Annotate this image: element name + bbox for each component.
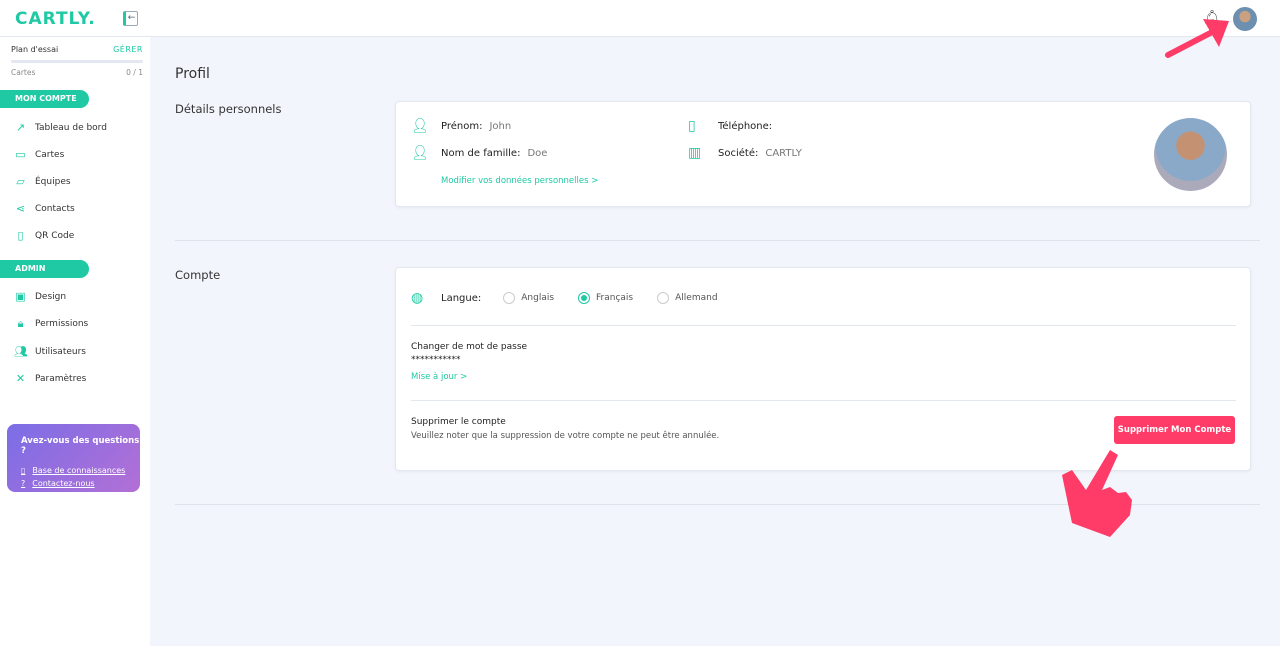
phone-icon: ▯: [17, 229, 24, 242]
plan-panel: Plan d'essai GÉRER Cartes 0 / 1: [11, 45, 143, 77]
phone-icon: ▯: [688, 118, 696, 134]
users-icon: 👥︎: [14, 345, 28, 358]
pointing-hand-icon: [1062, 450, 1132, 537]
plan-name: Plan d'essai: [11, 45, 59, 54]
page-title: Profil: [175, 66, 210, 82]
field-label: Prénom:: [441, 120, 483, 132]
field-label: Nom de famille:: [441, 147, 521, 159]
contact-label: Contactez-nous: [32, 479, 95, 488]
globe-icon: ◍: [411, 290, 424, 306]
phone-field: ▯ Téléphone:: [688, 118, 779, 134]
update-password-link[interactable]: Mise à jour >: [411, 372, 467, 382]
image-icon: ▣: [15, 290, 26, 303]
cards-label: Cartes: [11, 68, 36, 77]
sidebar-item-users[interactable]: 👥︎ Utilisateurs: [14, 345, 86, 358]
user-icon: 👤︎: [411, 118, 429, 134]
field-value: CARTLY: [765, 147, 802, 159]
divider: [175, 240, 1260, 241]
password-label: Changer de mot de passe: [411, 342, 528, 352]
sidebar-item-label: Cartes: [35, 149, 65, 160]
divider: [411, 325, 1236, 326]
knowledge-base-label: Base de connaissances: [32, 466, 126, 475]
sidebar-item-design[interactable]: ▣ Design: [14, 290, 66, 303]
sidebar-item-dashboard[interactable]: ↗ Tableau de bord: [14, 121, 107, 134]
folder-icon: ▱: [16, 175, 25, 188]
logo[interactable]: CARTLY.: [15, 9, 96, 29]
section-my-account: MON COMPTE: [0, 90, 89, 108]
language-radio-german[interactable]: Allemand: [657, 292, 718, 304]
pointer-arrow-icon: [1165, 19, 1229, 58]
sidebar-item-label: Design: [35, 291, 67, 302]
plan-progress-bar: [11, 60, 143, 63]
lock-icon: 🔒︎: [17, 317, 24, 330]
sidebar-item-settings[interactable]: ✕ Paramètres: [14, 372, 86, 385]
edit-personal-data-link[interactable]: Modifier vos données personnelles >: [441, 176, 598, 186]
first-name-field: 👤︎ Prénom: John: [411, 118, 511, 134]
sidebar-item-label: QR Code: [35, 230, 75, 241]
card-icon: ▭: [15, 148, 26, 161]
collapse-sidebar-icon[interactable]: ←: [123, 11, 138, 26]
sidebar-item-cards[interactable]: ▭ Cartes: [14, 148, 64, 161]
profile-photo[interactable]: [1154, 118, 1227, 191]
avatar[interactable]: [1233, 7, 1257, 31]
sidebar-item-label: Utilisateurs: [35, 346, 86, 357]
book-icon: ▯: [21, 466, 26, 475]
sidebar-item-label: Équipes: [35, 176, 71, 187]
building-icon: ▥: [688, 145, 702, 161]
personal-details-heading: Détails personnels: [175, 102, 282, 116]
question-icon: ?: [21, 479, 26, 488]
language-field: ◍ Langue: Anglais Français Allemand: [411, 290, 742, 306]
sidebar-item-label: Contacts: [35, 203, 75, 214]
section-admin: ADMIN: [0, 260, 89, 278]
delete-account-note: Veuillez noter que la suppression de vot…: [411, 431, 720, 441]
personal-details-card: 👤︎ Prénom: John 👤︎ Nom de famille: Doe ▯ Télé…: [395, 101, 1251, 207]
sidebar-item-permissions[interactable]: 🔒︎ Permissions: [14, 317, 89, 331]
password-mask: ***********: [411, 355, 461, 365]
last-name-field: 👤︎ Nom de famille: Doe: [411, 145, 547, 161]
radio-label: Français: [596, 293, 634, 303]
knowledge-base-link[interactable]: ▯ Base de connaissances: [21, 466, 140, 475]
user-icon: 👤︎: [411, 145, 429, 161]
field-label: Téléphone:: [718, 120, 773, 132]
delete-account-title: Supprimer le compte: [411, 417, 506, 427]
delete-account-button[interactable]: Supprimer Mon Compte: [1114, 416, 1235, 444]
sidebar: Plan d'essai GÉRER Cartes 0 / 1 MON COMPTE…: [0, 37, 150, 646]
trending-up-icon: ↗: [15, 121, 26, 134]
language-radio-french[interactable]: Français: [578, 292, 633, 304]
divider: [411, 400, 1236, 401]
sidebar-item-label: Tableau de bord: [35, 122, 107, 133]
company-field: ▥ Société: CARTLY: [688, 145, 802, 161]
field-value: John: [489, 120, 512, 132]
field-label: Société:: [718, 147, 759, 159]
share-icon: ⋖: [15, 202, 26, 215]
sidebar-item-contacts[interactable]: ⋖ Contacts: [14, 202, 75, 215]
cards-count: 0 / 1: [126, 68, 143, 77]
sidebar-item-label: Permissions: [35, 319, 89, 329]
account-card: ◍ Langue: Anglais Français Allemand Chang…: [395, 267, 1251, 471]
help-card: Avez-vous des questions ? ▯ Base de conna…: [7, 424, 140, 492]
contact-link[interactable]: ? Contactez-nous: [21, 479, 140, 488]
help-title: Avez-vous des questions ?: [21, 436, 140, 456]
tools-icon: ✕: [15, 372, 26, 385]
sidebar-item-teams[interactable]: ▱ Équipes: [14, 175, 71, 188]
radio-label: Anglais: [521, 293, 555, 303]
field-label: Langue:: [441, 292, 482, 304]
field-value: Doe: [527, 147, 548, 159]
manage-plan-link[interactable]: GÉRER: [113, 45, 143, 54]
language-radio-english[interactable]: Anglais: [503, 292, 554, 304]
sidebar-item-label: Paramètres: [35, 373, 87, 384]
radio-label: Allemand: [675, 293, 718, 303]
top-bar: CARTLY. ← 🔔︎: [0, 0, 1280, 37]
sidebar-item-qr-code[interactable]: ▯ QR Code: [14, 229, 74, 242]
account-heading: Compte: [175, 268, 221, 282]
